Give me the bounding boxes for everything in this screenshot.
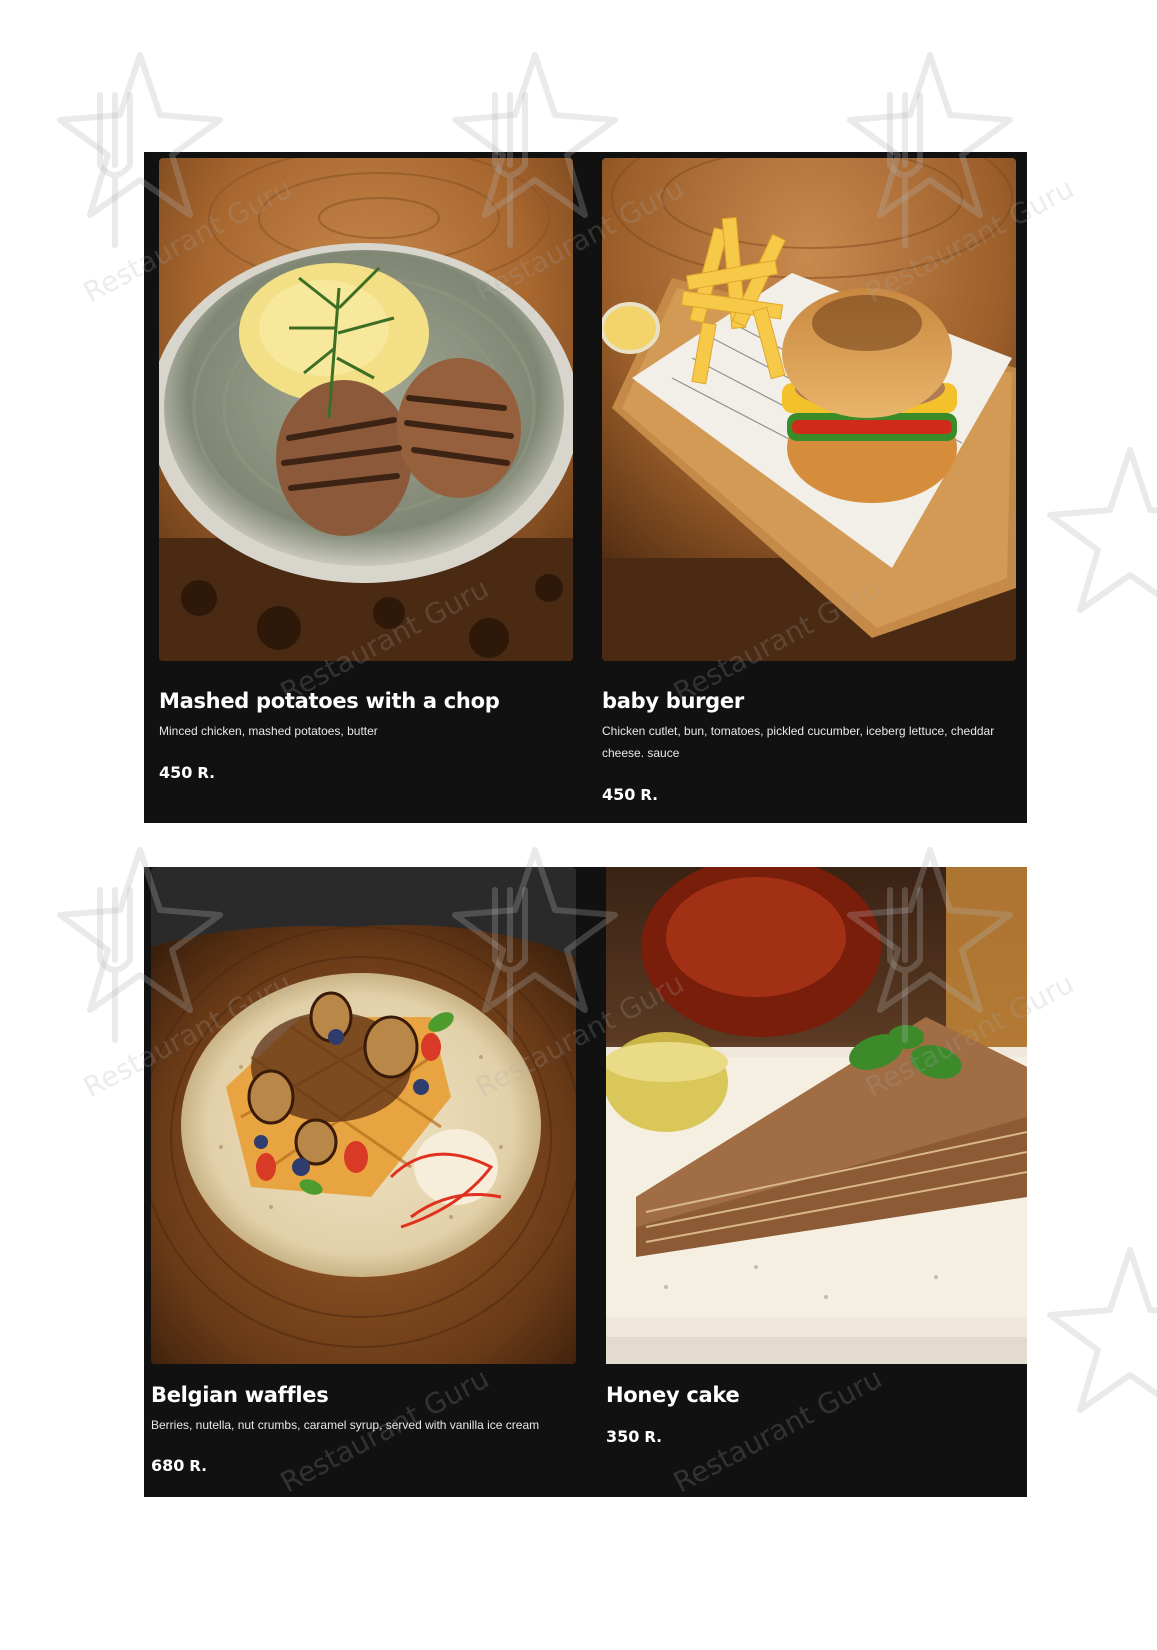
menu-item-description: Chicken cutlet, bun, tomatoes, pickled c… (602, 724, 995, 760)
menu-item-description: Berries, nutella, nut crumbs, caramel sy… (151, 1418, 540, 1432)
price-value: 450 (159, 763, 193, 782)
price-value: 450 (602, 785, 636, 804)
burger-with-fries-photo (602, 158, 1016, 661)
price-currency: R. (189, 1457, 207, 1475)
menu-panel-bottom: Belgian waffles Berries, nutella, nut cr… (144, 867, 1027, 1497)
menu-item-title: Belgian waffles (151, 1383, 329, 1407)
menu-item-card: Mashed potatoes with a chop Minced chick… (159, 158, 573, 818)
honey-cake-photo (606, 867, 1027, 1364)
menu-item-title: baby burger (602, 689, 744, 713)
chicken-cutlets-photo (159, 158, 573, 661)
belgian-waffles-photo (151, 867, 576, 1364)
price-currency: R. (644, 1428, 662, 1446)
price-value: 680 (151, 1456, 185, 1475)
price-currency: R. (640, 786, 658, 804)
price-value: 350 (606, 1427, 640, 1446)
menu-panel-top: Mashed potatoes with a chop Minced chick… (144, 152, 1027, 823)
menu-item-title: Mashed potatoes with a chop (159, 689, 500, 713)
menu-item-card: Honey cake 350 R. (606, 867, 1027, 1487)
menu-item-title: Honey cake (606, 1383, 740, 1407)
menu-item-price: 450 R. (159, 763, 215, 782)
price-currency: R. (197, 764, 215, 782)
menu-item-card: baby burger Chicken cutlet, bun, tomatoe… (602, 158, 1016, 818)
menu-item-description: Minced chicken, mashed potatoes, butter (159, 724, 378, 738)
menu-item-price: 350 R. (606, 1427, 662, 1446)
menu-item-card: Belgian waffles Berries, nutella, nut cr… (151, 867, 576, 1487)
menu-item-price: 450 R. (602, 785, 658, 804)
menu-item-price: 680 R. (151, 1456, 207, 1475)
